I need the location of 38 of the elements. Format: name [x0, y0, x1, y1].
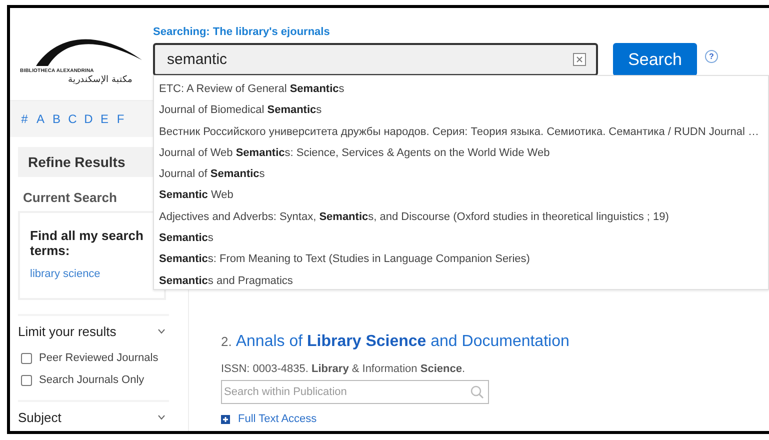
clear-icon[interactable] [573, 53, 586, 66]
suggestion-item[interactable]: Semantics [159, 228, 768, 250]
checkbox-label[interactable]: Peer Reviewed Journals [39, 352, 158, 364]
letter-link[interactable]: A [36, 112, 45, 126]
chevron-icon[interactable] [158, 415, 165, 420]
letter-link[interactable]: # [20, 112, 29, 126]
publication-search-field[interactable]: Search within Publication [221, 380, 489, 404]
letter-link[interactable]: F [116, 112, 125, 126]
letter-link[interactable]: B [52, 112, 61, 126]
section-heading: Current Search [22, 189, 117, 207]
logo-arabic-text: مكتبة الإسكندرية [68, 74, 133, 84]
suggestion-item[interactable]: Semantics: From Meaning to Text (Studies in Language Companion Series) [159, 249, 768, 271]
checkbox[interactable] [21, 352, 32, 364]
checkbox[interactable] [21, 374, 32, 386]
suggestion-item[interactable]: ETC: A Review of General Semantics [159, 79, 768, 100]
search-term-link[interactable]: library science [30, 268, 100, 280]
search-mode-label: Find all my search terms: [30, 228, 144, 258]
letter-link[interactable]: D [84, 112, 93, 126]
result-number: 2. [221, 334, 232, 349]
letter-link[interactable]: C [68, 112, 77, 126]
suggestion-item[interactable]: Semantics and Pragmatics [159, 270, 768, 292]
chevron-icon[interactable] [158, 329, 165, 334]
search-button[interactable]: Search [613, 43, 697, 76]
issn-text: ISSN: 0003-4835. Library & Information Science. [221, 363, 466, 375]
result-title-link[interactable]: Annals of Library Science and Documentation [236, 333, 570, 351]
checkbox-label[interactable]: Search Journals Only [39, 374, 144, 386]
filter-section-title[interactable]: Subject [18, 410, 62, 425]
letter-link[interactable]: E [100, 112, 109, 126]
suggestion-item[interactable]: Semantic Web [159, 185, 768, 207]
suggestion-item[interactable]: Adjectives and Adverbs: Syntax, Semantics, and Discourse (Oxford studies in theoretical linguistics ; 19) [159, 206, 768, 228]
help-icon[interactable]: ? [705, 50, 718, 63]
suggestion-item[interactable]: Вестник Российского университета дружбы народов. Серия: Теория языка. Семиотика. Семантика / RUDN Journal … [159, 122, 768, 143]
filter-section-title[interactable]: Limit your results [18, 324, 116, 339]
full-text-link[interactable]: Full Text Access [238, 413, 317, 425]
search-field[interactable]: semantic [153, 43, 598, 76]
search-scope-label: Searching: The library's ejournals [153, 26, 331, 38]
suggestion-item[interactable]: Journal of Biomedical Semantics [159, 100, 768, 122]
plus-icon[interactable] [221, 414, 230, 424]
